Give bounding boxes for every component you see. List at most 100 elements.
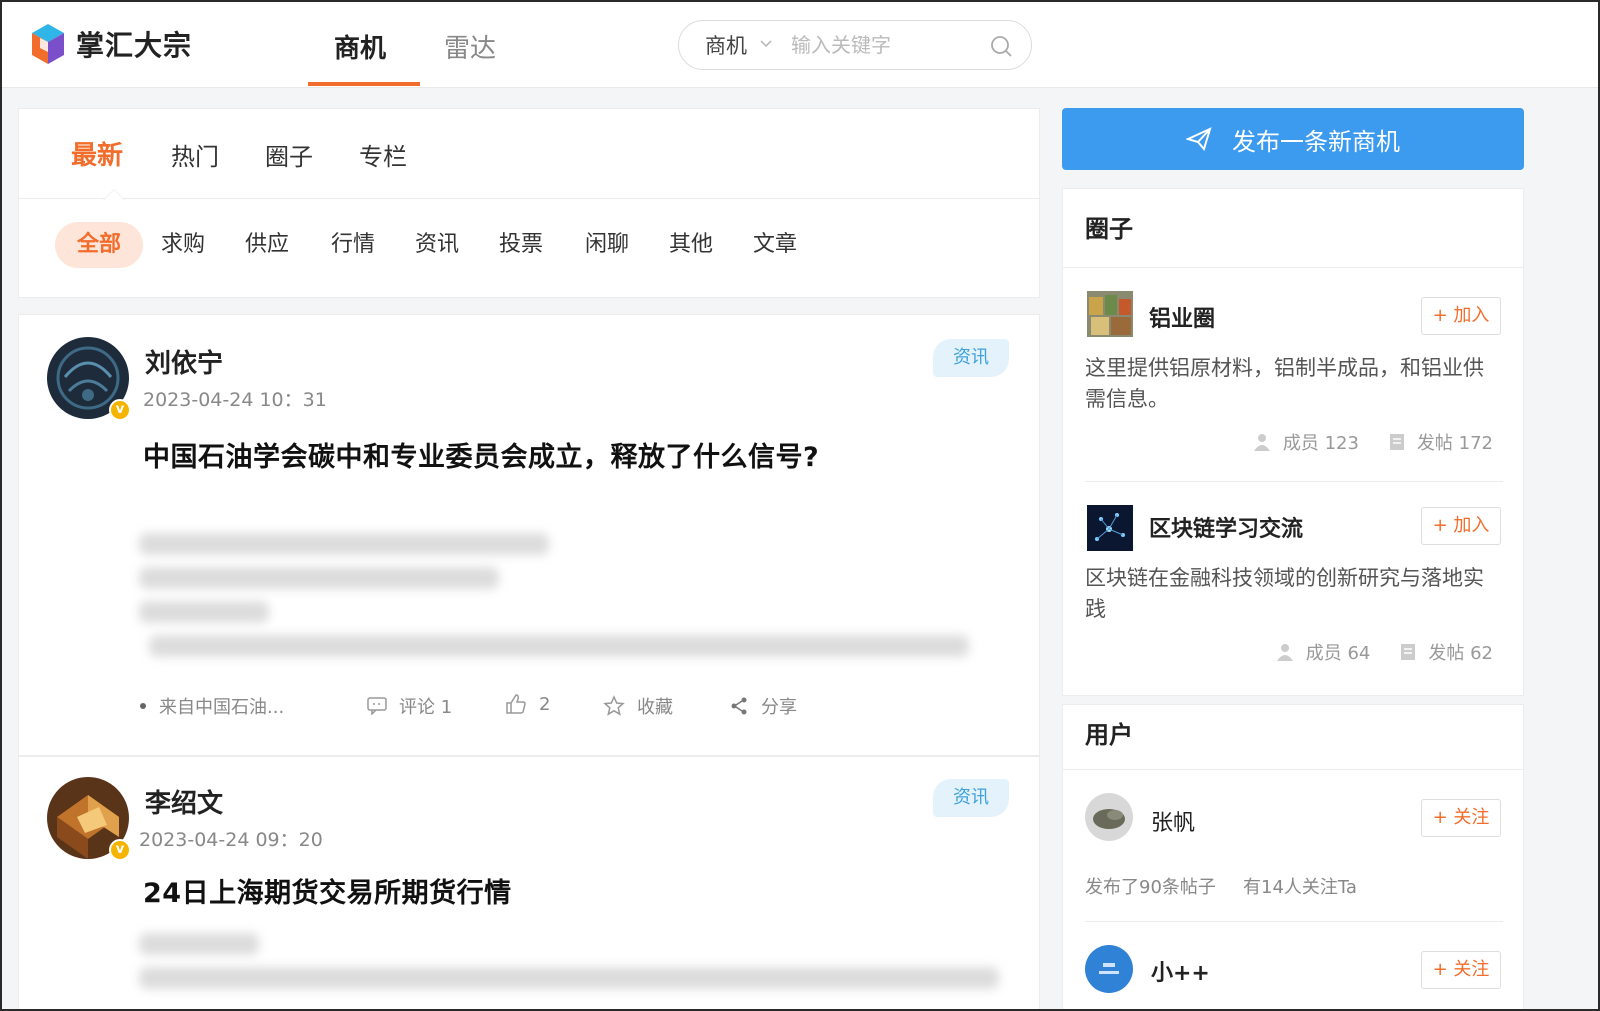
favorite-button[interactable]: 收藏 xyxy=(603,693,673,719)
subcat-market[interactable]: 行情 xyxy=(331,222,375,268)
post-count: 发帖 172 xyxy=(1389,429,1493,455)
chevron-down-icon[interactable] xyxy=(759,35,773,49)
star-icon xyxy=(603,695,625,716)
favorite-label: 收藏 xyxy=(637,697,673,718)
comment-icon xyxy=(367,697,387,715)
avatar[interactable]: v xyxy=(47,777,131,861)
blurred-content-line xyxy=(139,967,999,989)
circle-name[interactable]: 铝业圈 xyxy=(1149,301,1215,333)
user-post-count: 发布了90条帖子 xyxy=(1085,877,1216,898)
blurred-content-line xyxy=(139,933,259,955)
blurred-content-line xyxy=(139,567,499,589)
publish-label: 发布一条新商机 xyxy=(1232,127,1400,156)
post-category-badge: 资讯 xyxy=(933,779,1009,817)
search-bar: 商机 xyxy=(678,20,1032,70)
brand-logo[interactable]: 掌汇大宗 xyxy=(30,22,192,66)
circles-panel: 圈子 铝业圈 + 加入 这里提供铝原材料，铝制半成品，和铝业供需信息。 成员 1… xyxy=(1062,188,1524,696)
document-icon xyxy=(1401,644,1416,660)
brand-name: 掌汇大宗 xyxy=(76,29,193,62)
circle-description: 区块链在金融科技领域的创新研究与落地实践 xyxy=(1085,566,1484,621)
page-frame: 掌汇大宗 商机 雷达 商机 最新 热门 圈子 专栏 全部 求购 供应 行情 资讯 xyxy=(0,0,1600,1011)
tab-circles[interactable]: 圈子 xyxy=(265,137,313,172)
comment-button[interactable]: 评论 1 xyxy=(367,693,452,719)
follow-user-button[interactable]: + 关注 xyxy=(1421,951,1501,989)
circle-thumbnail[interactable] xyxy=(1087,505,1133,551)
post-author[interactable]: 刘依宁 xyxy=(145,343,223,380)
users-panel: 用户 张帆 + 关注 发布了90条帖子 有14人关注Ta 小++ + 关注 xyxy=(1062,704,1524,1009)
nav-tab-business[interactable]: 商机 xyxy=(334,28,386,86)
avatar[interactable]: v xyxy=(47,337,131,421)
user-icon xyxy=(1276,644,1293,661)
subcat-supply[interactable]: 供应 xyxy=(245,222,289,268)
tab-active-pointer xyxy=(103,189,125,200)
join-circle-button[interactable]: + 加入 xyxy=(1421,297,1501,335)
user-icon xyxy=(1253,434,1270,451)
like-count: 2 xyxy=(539,693,551,715)
post-source-label: 来自中国石油... xyxy=(159,697,285,718)
post-time: 2023-04-24 10：31 xyxy=(143,389,327,411)
comment-count: 评论 1 xyxy=(399,697,453,718)
feed-main-tabs: 最新 热门 圈子 专栏 xyxy=(19,109,1039,200)
post-author[interactable]: 李绍文 xyxy=(145,783,223,820)
search-input[interactable] xyxy=(791,33,961,57)
subcat-article[interactable]: 文章 xyxy=(753,222,797,268)
avatar[interactable] xyxy=(1085,793,1133,841)
circle-stats: 成员 64 发帖 62 xyxy=(1276,639,1493,665)
circle-description: 这里提供铝原材料，铝制半成品，和铝业供需信息。 xyxy=(1085,356,1484,411)
circle-thumbnail[interactable] xyxy=(1087,291,1133,337)
post-count: 发帖 62 xyxy=(1400,639,1493,665)
subcat-buy[interactable]: 求购 xyxy=(161,222,205,268)
verified-badge-icon: v xyxy=(109,399,131,421)
join-circle-button[interactable]: + 加入 xyxy=(1421,507,1501,545)
subcat-all[interactable]: 全部 xyxy=(55,222,144,268)
brand-logo-icon xyxy=(30,22,66,66)
tab-columns[interactable]: 专栏 xyxy=(359,137,407,172)
top-header: 掌汇大宗 商机 雷达 商机 xyxy=(2,2,1598,88)
user-follower-count: 有14人关注Ta xyxy=(1243,877,1357,898)
nav-tab-radar[interactable]: 雷达 xyxy=(444,28,496,86)
subcat-news[interactable]: 资讯 xyxy=(415,222,459,268)
subcat-chat[interactable]: 闲聊 xyxy=(585,222,629,268)
share-button[interactable]: 分享 xyxy=(729,693,797,719)
document-icon xyxy=(1389,434,1404,450)
search-icon[interactable] xyxy=(989,34,1013,58)
users-title: 用户 xyxy=(1085,721,1133,749)
subcat-vote[interactable]: 投票 xyxy=(499,222,543,268)
member-count: 成员 123 xyxy=(1253,429,1359,455)
subcat-other[interactable]: 其他 xyxy=(669,222,713,268)
follow-user-button[interactable]: + 关注 xyxy=(1421,799,1501,837)
bullet-icon xyxy=(140,703,146,709)
thumbs-up-icon xyxy=(506,694,526,714)
post-title[interactable]: 24日上海期货交易所期货行情 xyxy=(143,871,512,910)
tab-latest[interactable]: 最新 xyxy=(71,135,123,172)
feed-post[interactable]: v 李绍文 2023-04-24 09：20 资讯 24日上海期货交易所期货行情 xyxy=(18,756,1040,1009)
circles-title: 圈子 xyxy=(1085,215,1133,243)
feed-post[interactable]: v 刘依宁 2023-04-24 10：31 资讯 中国石油学会碳中和专业委员会… xyxy=(18,314,1040,756)
feed-filter-panel: 最新 热门 圈子 专栏 全部 求购 供应 行情 资讯 投票 闲聊 其他 文章 xyxy=(18,108,1040,298)
divider xyxy=(1063,267,1523,268)
circle-name[interactable]: 区块链学习交流 xyxy=(1149,511,1303,543)
avatar[interactable] xyxy=(1085,945,1133,993)
post-time: 2023-04-24 09：20 xyxy=(139,829,323,851)
post-title[interactable]: 中国石油学会碳中和专业委员会成立，释放了什么信号? xyxy=(143,435,819,474)
nav-active-indicator xyxy=(308,82,420,86)
post-actions: 来自中国石油... 评论 1 2 收藏 分享 xyxy=(139,693,939,723)
verified-badge-icon: v xyxy=(109,839,131,861)
publish-opportunity-button[interactable]: 发布一条新商机 xyxy=(1062,108,1524,170)
tab-hot[interactable]: 热门 xyxy=(171,137,219,172)
divider xyxy=(1085,481,1503,482)
member-count: 成员 64 xyxy=(1276,639,1370,665)
post-category-badge: 资讯 xyxy=(933,339,1009,377)
search-category-select[interactable]: 商机 xyxy=(705,30,747,60)
blurred-content-line xyxy=(139,601,269,623)
paper-plane-icon xyxy=(1186,127,1212,151)
share-icon xyxy=(731,697,747,715)
blurred-content-line xyxy=(149,635,969,657)
share-label: 分享 xyxy=(761,697,797,718)
post-source[interactable]: 来自中国石油... xyxy=(139,693,284,719)
divider xyxy=(1085,921,1503,922)
user-name[interactable]: 张帆 xyxy=(1151,805,1195,837)
user-name[interactable]: 小++ xyxy=(1151,955,1210,987)
blurred-content-line xyxy=(139,533,549,555)
like-button[interactable]: 2 xyxy=(505,693,550,715)
